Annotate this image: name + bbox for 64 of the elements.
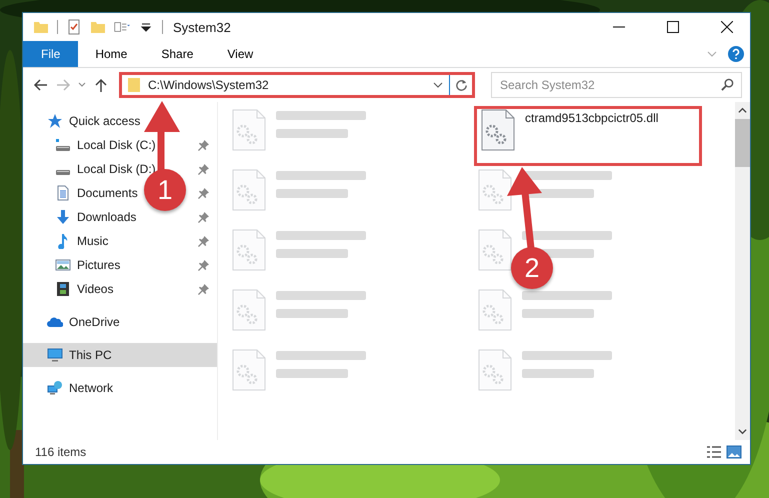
scroll-thumb[interactable] (735, 119, 750, 167)
settings-file-icon (478, 289, 512, 331)
ribbon-tab[interactable]: File (23, 41, 78, 67)
up-arrow-icon[interactable] (93, 77, 109, 93)
refresh-icon[interactable] (454, 78, 468, 92)
ribbon-tab[interactable]: Share (144, 41, 210, 67)
blurred-text (276, 309, 348, 318)
blurred-text (276, 249, 348, 258)
ribbon-tab[interactable]: View (210, 41, 270, 67)
blurred-text (276, 189, 348, 198)
nav-item[interactable]: OneDrive (47, 314, 120, 330)
drive-icon (56, 170, 70, 175)
window-title: System32 (173, 20, 232, 34)
settings-file-icon (481, 109, 515, 151)
settings-file-icon (478, 349, 512, 391)
address-bar[interactable]: C:\Windows\System32 (119, 72, 475, 98)
back-arrow-icon[interactable] (33, 77, 49, 93)
tiles-view-icon[interactable] (726, 445, 742, 459)
blurred-text (522, 369, 594, 378)
scrollbar[interactable] (735, 102, 750, 440)
maximize-icon[interactable] (667, 21, 679, 33)
settings-file-icon (232, 349, 266, 391)
nav-item[interactable]: This PC (23, 343, 217, 367)
download-icon (55, 209, 71, 225)
scroll-up-icon[interactable] (738, 106, 747, 115)
settings-file-icon (232, 169, 266, 211)
address-path: C:\Windows\System32 (148, 78, 270, 92)
minimize-icon[interactable] (613, 26, 625, 28)
nav-item[interactable]: Downloads (55, 209, 136, 225)
nav-item[interactable]: Documents (55, 185, 138, 201)
search-icon (721, 78, 734, 91)
blurred-text (276, 129, 348, 138)
folder-icon (126, 77, 142, 93)
search-field[interactable]: Search System32 (491, 72, 742, 98)
blurred-text (276, 369, 348, 378)
settings-file-icon (478, 229, 512, 271)
item-count: 116 items (35, 445, 88, 459)
star-icon (47, 113, 63, 129)
file-name: ctramd9513cbpcictr05.dll (525, 111, 658, 125)
caret-icon[interactable] (433, 80, 443, 90)
drive-icon (55, 137, 71, 153)
nav-item[interactable]: Local Disk (C:) (55, 137, 156, 153)
checklist-icon[interactable] (66, 19, 82, 35)
close-icon[interactable] (721, 21, 733, 33)
pictures-icon (55, 257, 71, 273)
file-item[interactable]: ctramd9513cbpcictr05.dll (474, 106, 702, 166)
film-icon (55, 281, 71, 297)
ribbon-tab[interactable]: Home (78, 41, 144, 67)
nav-item[interactable]: Network (47, 380, 114, 396)
nav-item[interactable]: Quick access (47, 113, 140, 129)
help-icon[interactable] (728, 46, 744, 62)
monitor-icon (47, 347, 63, 363)
settings-file-icon (232, 229, 266, 271)
nav-item[interactable]: Pictures (55, 257, 120, 273)
scroll-down-icon[interactable] (738, 427, 747, 436)
document-icon (55, 185, 71, 201)
settings-file-icon (232, 289, 266, 331)
settings-file-icon (232, 109, 266, 151)
settings-file-icon (478, 169, 512, 211)
details-view-icon[interactable] (706, 445, 722, 459)
nav-item[interactable]: Videos (55, 281, 114, 297)
blurred-text (522, 309, 594, 318)
nav-item[interactable]: Music (55, 233, 108, 249)
network-icon (47, 380, 63, 396)
